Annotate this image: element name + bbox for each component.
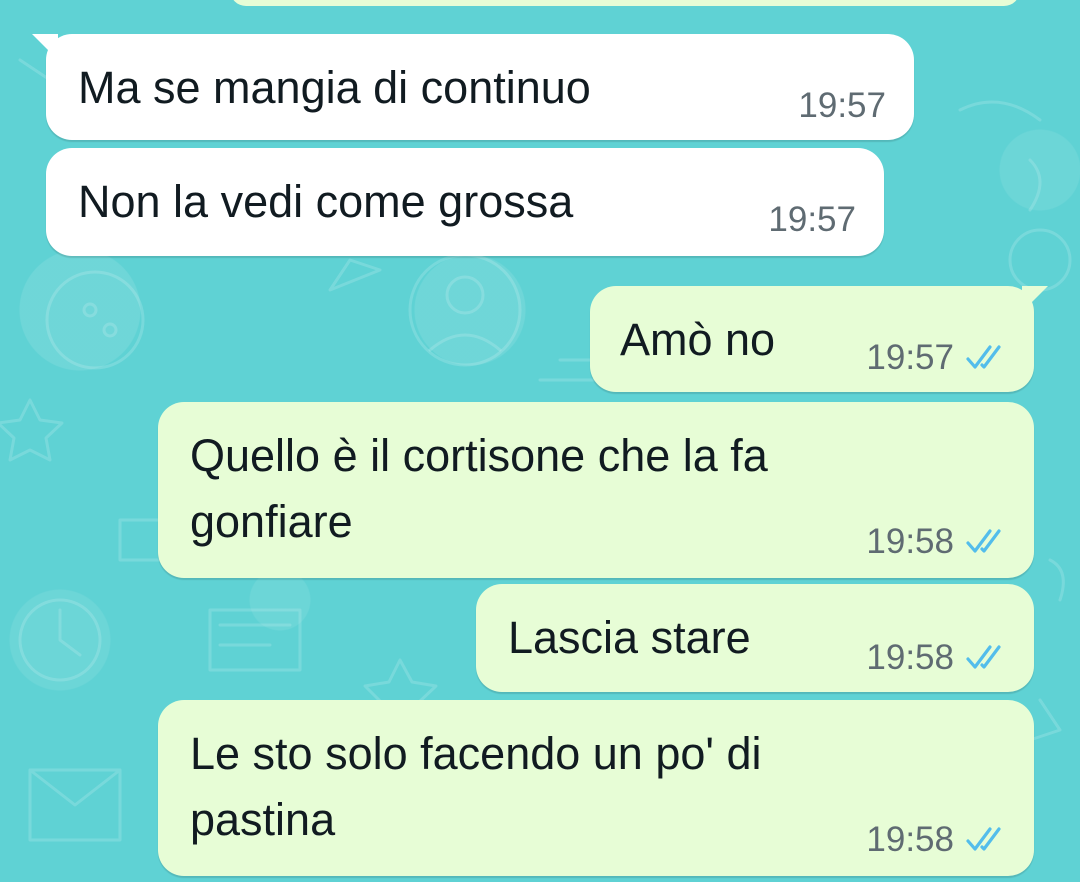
message-time: 19:57 (768, 200, 856, 239)
incoming-message-bubble[interactable]: Non la vedi come grossa 19:57 (46, 148, 884, 256)
double-check-icon (966, 827, 1008, 853)
message-text: Non la vedi come grossa (78, 176, 574, 227)
outgoing-message-bubble[interactable]: Lascia stare 19:58 (476, 584, 1034, 692)
message-time: 19:58 (866, 638, 954, 677)
message-meta: 19:57 (798, 86, 886, 126)
incoming-message-bubble[interactable]: Ma se mangia di continuo 19:57 (32, 34, 914, 140)
message-text: Amò no (620, 314, 776, 365)
message-meta: 19:57 (866, 338, 1008, 378)
outgoing-message-bubble[interactable]: Amò no 19:57 (590, 286, 1048, 392)
double-check-icon (966, 529, 1008, 555)
message-meta: 19:58 (866, 522, 1008, 562)
outgoing-message-bubble[interactable]: Le sto solo facendo un po' di pastina 19… (158, 700, 1034, 876)
message-time: 19:58 (866, 522, 954, 561)
message-time: 19:57 (866, 338, 954, 377)
message-text: Ma se mangia di continuo (78, 62, 591, 113)
message-meta: 19:57 (768, 200, 856, 240)
message-meta: 19:58 (866, 820, 1008, 860)
message-time: 19:57 (798, 86, 886, 125)
bubble-tail (1022, 286, 1048, 312)
bubble-tail (32, 34, 58, 60)
message-meta: 19:58 (866, 638, 1008, 678)
message-text-line-1: Le sto solo facendo un po' di (190, 728, 762, 779)
double-check-icon (966, 645, 1008, 671)
message-text-line-2: gonfiare (190, 496, 353, 547)
message-text: Lascia stare (508, 612, 751, 663)
outgoing-message-bubble[interactable]: Quello è il cortisone che la fa gonfiare… (158, 402, 1034, 578)
message-text-line-2: pastina (190, 794, 336, 845)
double-check-icon (966, 345, 1008, 371)
previous-message-edge (230, 0, 1020, 6)
message-text-line-1: Quello è il cortisone che la fa (190, 430, 768, 481)
message-time: 19:58 (866, 820, 954, 859)
